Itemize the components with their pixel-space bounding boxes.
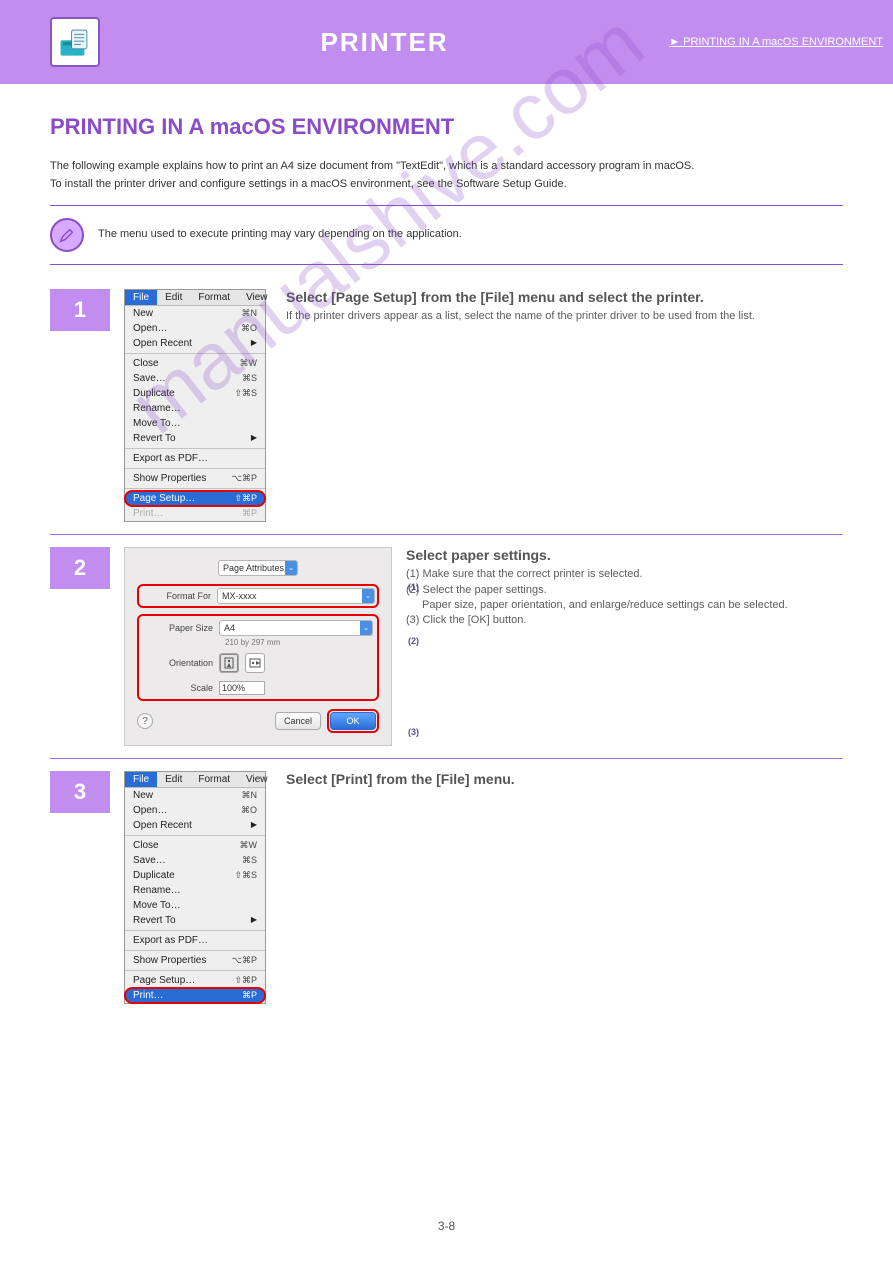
scale-label: Scale bbox=[143, 683, 219, 693]
step-2: 2 Page Attributes ⌄ Format For MX-xxxx ⌄ bbox=[50, 535, 843, 759]
format-for-select[interactable]: MX-xxxx ⌄ bbox=[217, 588, 375, 604]
menu-item-moveto[interactable]: Move To… bbox=[125, 416, 265, 431]
step-number: 2 bbox=[50, 547, 110, 589]
settings-select[interactable]: Page Attributes ⌄ bbox=[218, 560, 298, 576]
callout-2: (2) bbox=[408, 636, 419, 646]
step1-heading: Select [Page Setup] from the [File] menu… bbox=[286, 289, 843, 305]
menu-item-rename[interactable]: Rename… bbox=[125, 401, 265, 416]
step-number: 3 bbox=[50, 771, 110, 813]
step3-heading: Select [Print] from the [File] menu. bbox=[286, 771, 843, 787]
format-for-highlight: Format For MX-xxxx ⌄ bbox=[137, 584, 379, 608]
page-title: PRINTING IN A macOS ENVIRONMENT bbox=[50, 114, 843, 140]
menu-item-open[interactable]: Open…⌘O bbox=[125, 321, 265, 336]
menu-item-new[interactable]: New⌘N bbox=[125, 306, 265, 321]
menu-item-export-pdf[interactable]: Export as PDF… bbox=[125, 451, 265, 466]
note-text: The menu used to execute printing may va… bbox=[98, 226, 462, 244]
menu-item-duplicate[interactable]: Duplicate⇧⌘S bbox=[125, 386, 265, 401]
menu-bar-file[interactable]: File bbox=[125, 290, 157, 305]
paper-size-value: A4 bbox=[224, 623, 235, 633]
menu-bar-edit[interactable]: Edit bbox=[157, 772, 190, 787]
callout-1: (1) bbox=[408, 582, 419, 592]
divider bbox=[50, 205, 843, 206]
orientation-landscape[interactable] bbox=[245, 653, 265, 673]
header-title: PRINTER bbox=[100, 27, 669, 58]
menu-item-rename[interactable]: Rename… bbox=[125, 883, 265, 898]
pencil-icon bbox=[50, 218, 84, 252]
header-section-link[interactable]: ► PRINTING IN A macOS ENVIRONMENT bbox=[669, 36, 883, 48]
menu-item-export-pdf[interactable]: Export as PDF… bbox=[125, 933, 265, 948]
step1-desc: If the printer drivers appear as a list,… bbox=[286, 309, 843, 324]
menu-item-close[interactable]: Close⌘W bbox=[125, 838, 265, 853]
menu-bar-view[interactable]: View bbox=[238, 772, 276, 787]
format-for-value: MX-xxxx bbox=[222, 591, 257, 601]
header-bar: PRINTER ► PRINTING IN A macOS ENVIRONMEN… bbox=[0, 0, 893, 84]
printer-icon bbox=[50, 17, 100, 67]
orientation-label: Orientation bbox=[143, 658, 219, 668]
format-for-label: Format For bbox=[141, 591, 217, 601]
menu-item-page-setup[interactable]: Page Setup…⇧⌘P bbox=[125, 973, 265, 988]
page-number: 3-8 bbox=[0, 1219, 893, 1233]
step-number: 1 bbox=[50, 289, 110, 331]
menu-item-moveto[interactable]: Move To… bbox=[125, 898, 265, 913]
page-setup-dialog: Page Attributes ⌄ Format For MX-xxxx ⌄ bbox=[124, 547, 392, 746]
caret-icon: ⌄ bbox=[285, 561, 297, 575]
menu-item-save[interactable]: Save…⌘S bbox=[125, 371, 265, 386]
menu-item-close[interactable]: Close⌘W bbox=[125, 356, 265, 371]
divider bbox=[50, 264, 843, 265]
menu-item-open-recent[interactable]: Open Recent▶ bbox=[125, 818, 265, 833]
help-icon[interactable]: ? bbox=[137, 713, 153, 729]
scale-input[interactable]: 100% bbox=[219, 681, 265, 695]
menu-item-page-setup[interactable]: Page Setup…⇧⌘P bbox=[125, 491, 265, 506]
menu-bar-view[interactable]: View bbox=[238, 290, 276, 305]
ok-button-highlight: OK bbox=[327, 709, 379, 733]
scale-value: 100% bbox=[222, 683, 245, 693]
callout-3: (3) bbox=[408, 727, 419, 737]
menu-item-print[interactable]: Print…⌘P bbox=[125, 506, 265, 521]
paper-size-label: Paper Size bbox=[143, 623, 219, 633]
menu-bar-format[interactable]: Format bbox=[190, 772, 238, 787]
menu-item-open[interactable]: Open…⌘O bbox=[125, 803, 265, 818]
menu-bar-file[interactable]: File bbox=[125, 772, 157, 787]
menu-bar-format[interactable]: Format bbox=[190, 290, 238, 305]
settings-select-value: Page Attributes bbox=[223, 563, 284, 573]
caret-icon: ⌄ bbox=[360, 621, 372, 635]
paper-size-select[interactable]: A4 ⌄ bbox=[219, 620, 373, 636]
file-menu-step3: File Edit Format View New⌘N Open…⌘O Open… bbox=[124, 771, 266, 1004]
caret-icon: ⌄ bbox=[362, 589, 374, 603]
menu-item-open-recent[interactable]: Open Recent▶ bbox=[125, 336, 265, 351]
orientation-portrait[interactable] bbox=[219, 653, 239, 673]
file-menu-step1: File Edit Format View New⌘N Open…⌘O Open… bbox=[124, 289, 266, 522]
step2-heading: Select paper settings. bbox=[406, 547, 843, 563]
menu-item-show-properties[interactable]: Show Properties⌥⌘P bbox=[125, 953, 265, 968]
paper-size-detail: 210 by 297 mm bbox=[225, 638, 373, 647]
cancel-button[interactable]: Cancel bbox=[275, 712, 321, 730]
step-1: 1 File Edit Format View New⌘N Open…⌘O Op… bbox=[50, 277, 843, 535]
menu-item-save[interactable]: Save…⌘S bbox=[125, 853, 265, 868]
menu-item-new[interactable]: New⌘N bbox=[125, 788, 265, 803]
step2-desc: (1) Make sure that the correct printer i… bbox=[406, 567, 843, 629]
menu-item-print[interactable]: Print…⌘P bbox=[125, 988, 265, 1003]
intro-text: The following example explains how to pr… bbox=[50, 158, 843, 193]
menu-item-revert[interactable]: Revert To▶ bbox=[125, 913, 265, 928]
step-3: 3 File Edit Format View New⌘N Open…⌘O Op… bbox=[50, 759, 843, 1016]
menu-item-duplicate[interactable]: Duplicate⇧⌘S bbox=[125, 868, 265, 883]
menu-item-show-properties[interactable]: Show Properties⌥⌘P bbox=[125, 471, 265, 486]
paper-settings-highlight: Paper Size A4 ⌄ 210 by 297 mm Orientatio… bbox=[137, 614, 379, 701]
menu-item-revert[interactable]: Revert To▶ bbox=[125, 431, 265, 446]
menu-bar-edit[interactable]: Edit bbox=[157, 290, 190, 305]
ok-button[interactable]: OK bbox=[330, 712, 376, 730]
